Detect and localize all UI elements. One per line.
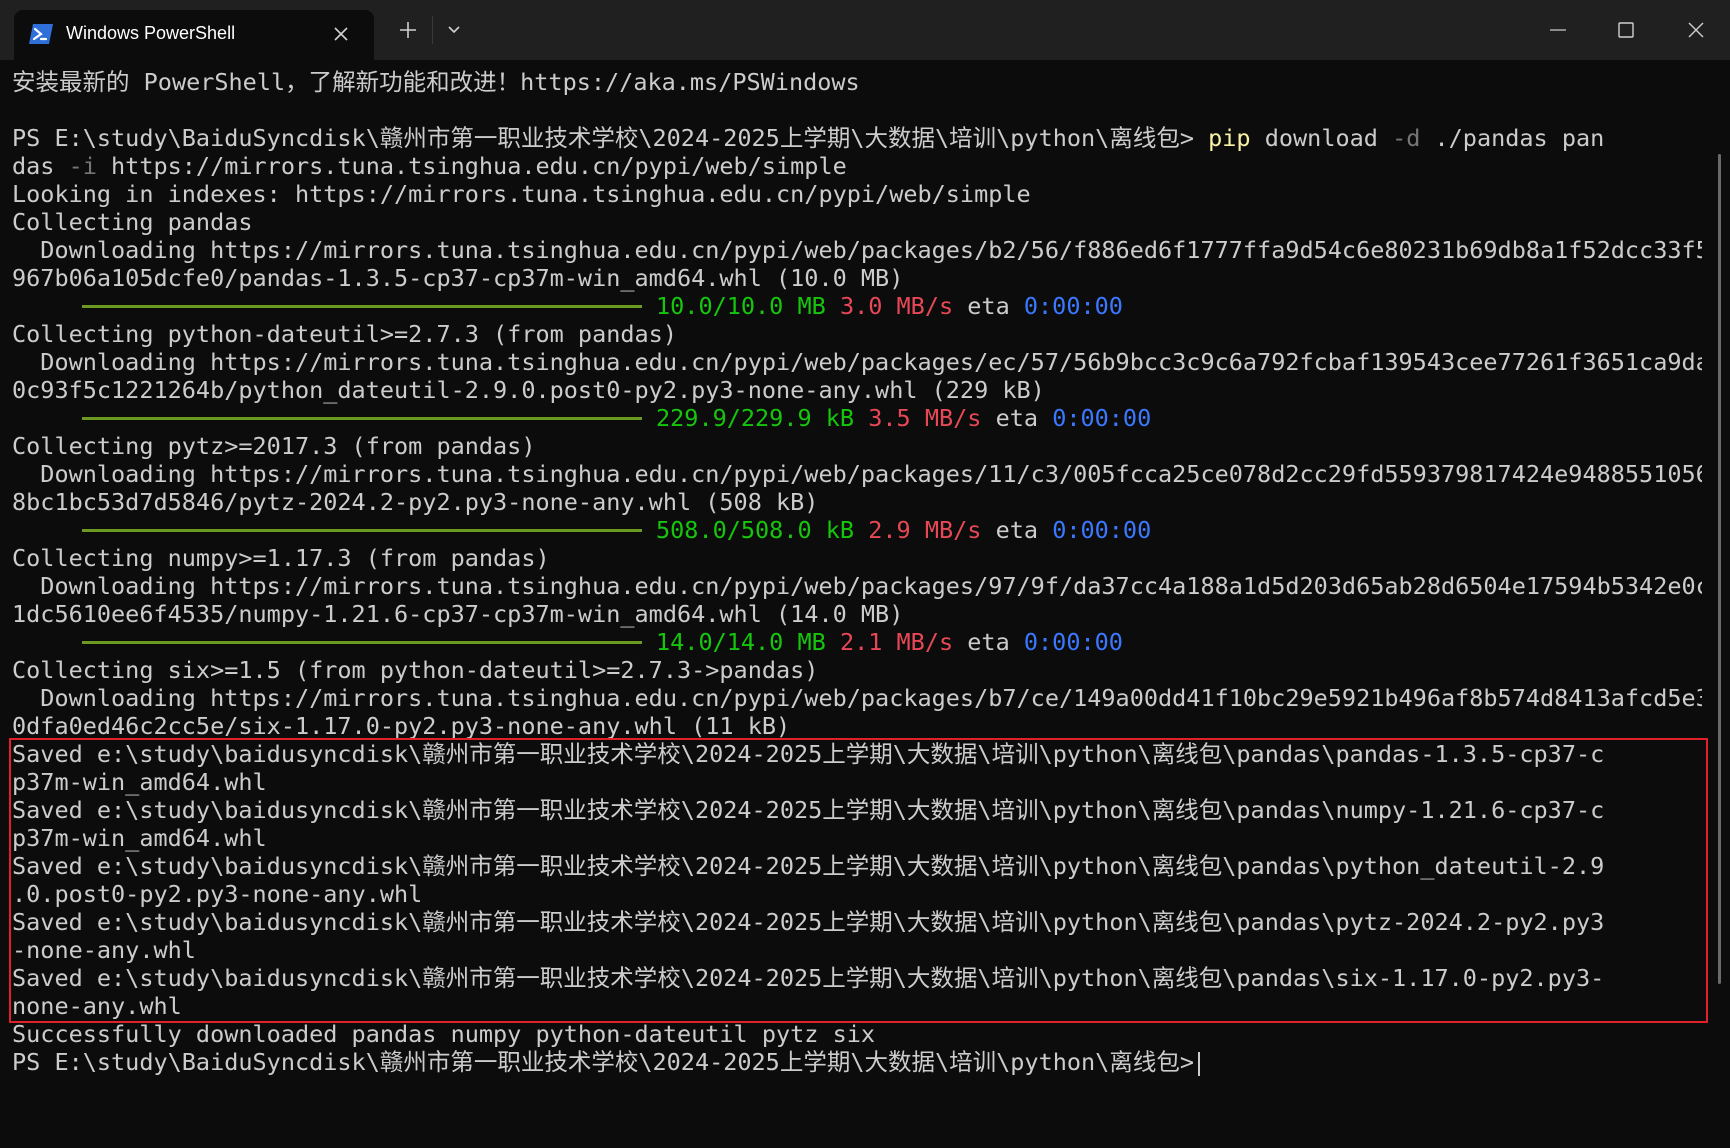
close-icon [334,27,348,41]
eta-value: 0:00:00 [1023,628,1123,656]
progress-line: 14.0/14.0 MB 2.1 MB/s eta 0:00:00 [12,628,1702,656]
eta-label: eta [967,628,1010,656]
tab-title: Windows PowerShell [66,23,236,43]
saved-line: none-any.whl [12,992,182,1020]
saved-line: .0.post0-py2.py3-none-any.whl [12,880,423,908]
saved-line: Saved e:\study\baidusyncdisk\赣州市第一职业技术学校… [12,964,1605,992]
prompt: PS E:\study\BaiduSyncdisk\赣州市第一职业技术学校\20… [12,124,1194,152]
downloading-line: Downloading https://mirrors.tuna.tsinghu… [12,572,1702,600]
tab-separator [432,16,433,44]
close-icon [1688,22,1704,38]
progress-bar [82,304,642,308]
progress-size: 14.0/14.0 MB [656,628,826,656]
downloading-line: 0c93f5c1221264b/python_dateutil-2.9.0.po… [12,376,1045,404]
command-line-wrap: das -i https://mirrors.tuna.tsinghua.edu… [12,152,1702,180]
downloading-line: 967b06a105dcfe0/pandas-1.3.5-cp37-cp37m-… [12,264,904,292]
tab-close-button[interactable] [328,21,354,47]
collecting-line: Collecting numpy>=1.17.3 (from pandas) [12,544,550,572]
close-window-button[interactable] [1666,6,1726,54]
eta-label: eta [995,404,1039,432]
progress-bar [82,416,642,420]
minimize-icon [1550,29,1566,31]
downloading-line: 8bc1bc53d7d5846/pytz-2024.2-py2.py3-none… [12,488,819,516]
progress-bar [82,528,642,532]
command-flag: -d [1392,124,1421,152]
progress-speed: 2.9 MB/s [868,516,982,544]
eta-value: 0:00:00 [1052,516,1152,544]
progress-bar [82,640,642,644]
downloading-line: Downloading https://mirrors.tuna.tsinghu… [12,684,1702,712]
progress-size: 10.0/10.0 MB [656,292,826,320]
progress-line: 508.0/508.0 kB 2.9 MB/s eta 0:00:00 [12,516,1702,544]
command-text: https://mirrors.tuna.tsinghua.edu.cn/pyp… [96,152,847,180]
minimize-button[interactable] [1528,6,1588,54]
saved-line: Saved e:\study\baidusyncdisk\赣州市第一职业技术学校… [12,852,1605,880]
saved-line: Saved e:\study\baidusyncdisk\赣州市第一职业技术学校… [12,796,1605,824]
collecting-line: Collecting pandas [12,208,253,236]
downloading-line: Downloading https://mirrors.tuna.tsinghu… [12,236,1702,264]
prompt: PS E:\study\BaiduSyncdisk\赣州市第一职业技术学校\20… [12,1048,1194,1076]
eta-label: eta [967,292,1010,320]
command-text: das [12,152,69,180]
downloading-line: Downloading https://mirrors.tuna.tsinghu… [12,348,1702,376]
maximize-icon [1618,22,1634,38]
downloading-line: Downloading https://mirrors.tuna.tsinghu… [12,460,1702,488]
final-prompt-line[interactable]: PS E:\study\BaiduSyncdisk\赣州市第一职业技术学校\20… [12,1048,1702,1076]
chevron-down-icon [448,26,460,34]
success-line: Successfully downloaded pandas numpy pyt… [12,1020,876,1048]
downloading-line: 1dc5610ee6f4535/numpy-1.21.6-cp37-cp37m-… [12,600,904,628]
command-exe: pip [1208,124,1251,152]
progress-size: 229.9/229.9 kB [656,404,855,432]
saved-line: -none-any.whl [12,936,196,964]
progress-line: 10.0/10.0 MB 3.0 MB/s eta 0:00:00 [12,292,1702,320]
saved-line: Saved e:\study\baidusyncdisk\赣州市第一职业技术学校… [12,740,1605,768]
powershell-icon [29,24,53,44]
downloading-line: 0dfa0ed46c2cc5e/six-1.17.0-py2.py3-none-… [12,712,791,740]
banner-line: 安装最新的 PowerShell，了解新功能和改进！https://aka.ms… [12,68,860,96]
tab-windows-powershell[interactable]: Windows PowerShell [14,10,374,60]
scrollbar[interactable] [1718,154,1721,984]
saved-line: Saved e:\study\baidusyncdisk\赣州市第一职业技术学校… [12,908,1605,936]
collecting-line: Collecting pytz>=2017.3 (from pandas) [12,432,536,460]
command-text: ./pandas pan [1420,124,1605,152]
title-bar: Windows PowerShell [0,0,1730,60]
command-line: PS E:\study\BaiduSyncdisk\赣州市第一职业技术学校\20… [12,124,1702,152]
collecting-line: Collecting six>=1.5 (from python-dateuti… [12,656,819,684]
maximize-button[interactable] [1596,6,1656,54]
progress-size: 508.0/508.0 kB [656,516,855,544]
plus-icon [400,22,416,38]
saved-line: p37m-win_amd64.whl [12,768,267,796]
command-text: download [1250,124,1393,152]
eta-value: 0:00:00 [1023,292,1123,320]
eta-label: eta [995,516,1039,544]
collecting-line: Collecting python-dateutil>=2.7.3 (from … [12,320,677,348]
progress-speed: 2.1 MB/s [839,628,954,656]
terminal-output[interactable]: 安装最新的 PowerShell，了解新功能和改进！https://aka.ms… [12,68,1702,1138]
eta-value: 0:00:00 [1052,404,1152,432]
saved-line: p37m-win_amd64.whl [12,824,267,852]
new-tab-button[interactable] [388,14,428,46]
tab-dropdown-button[interactable] [434,14,474,46]
progress-line: 229.9/229.9 kB 3.5 MB/s eta 0:00:00 [12,404,1702,432]
progress-speed: 3.5 MB/s [868,404,982,432]
progress-speed: 3.0 MB/s [839,292,954,320]
text-cursor [1197,1051,1200,1076]
command-flag: -i [68,152,97,180]
indexes-line: Looking in indexes: https://mirrors.tuna… [12,180,1031,208]
